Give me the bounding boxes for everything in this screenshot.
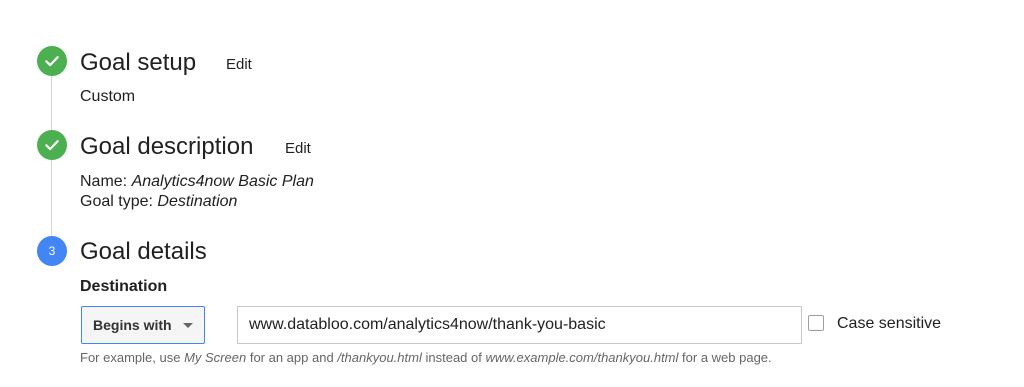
checkmark-icon <box>37 46 67 76</box>
help-example-path: /thankyou.html <box>337 350 422 365</box>
help-example-url: www.example.com/thankyou.html <box>485 350 679 365</box>
case-sensitive-checkbox[interactable] <box>808 315 824 331</box>
step-title-goal-description: Goal description <box>80 133 254 160</box>
edit-goal-setup-link[interactable]: Edit <box>226 55 252 75</box>
step-title-goal-setup: Goal setup <box>80 49 197 76</box>
help-text-4: for a web page. <box>682 350 772 365</box>
match-type-dropdown[interactable]: Begins with <box>81 306 205 344</box>
help-example-app: My Screen <box>184 350 247 365</box>
goal-name-line: Name: Analytics4now Basic Plan <box>80 172 314 192</box>
destination-url-input[interactable] <box>237 306 802 344</box>
goal-type-line: Goal type: Destination <box>80 192 237 212</box>
help-text-2: for an app and <box>249 350 334 365</box>
match-type-value: Begins with <box>93 317 172 333</box>
step-number: 3 <box>48 244 56 258</box>
destination-help-text: For example, use My Screen for an app an… <box>80 350 772 366</box>
goal-setup-value: Custom <box>80 88 136 105</box>
help-text-3: instead of <box>425 350 482 365</box>
destination-label: Destination <box>80 278 168 295</box>
goal-name-label: Name: <box>80 173 128 190</box>
step-title-goal-details: Goal details <box>80 238 207 265</box>
goal-name-value: Analytics4now Basic Plan <box>131 173 314 190</box>
edit-goal-description-link[interactable]: Edit <box>285 139 311 159</box>
step-number-icon: 3 <box>37 236 67 266</box>
checkmark-icon <box>37 130 67 160</box>
goal-type-label: Goal type: <box>80 193 153 210</box>
goal-type-value: Destination <box>157 193 238 210</box>
case-sensitive-label: Case sensitive <box>837 315 942 332</box>
caret-down-icon <box>182 322 193 328</box>
help-text-1: For example, use <box>80 350 181 365</box>
goal-setup-wizard: Goal setup Edit Custom Goal description … <box>0 0 1024 387</box>
